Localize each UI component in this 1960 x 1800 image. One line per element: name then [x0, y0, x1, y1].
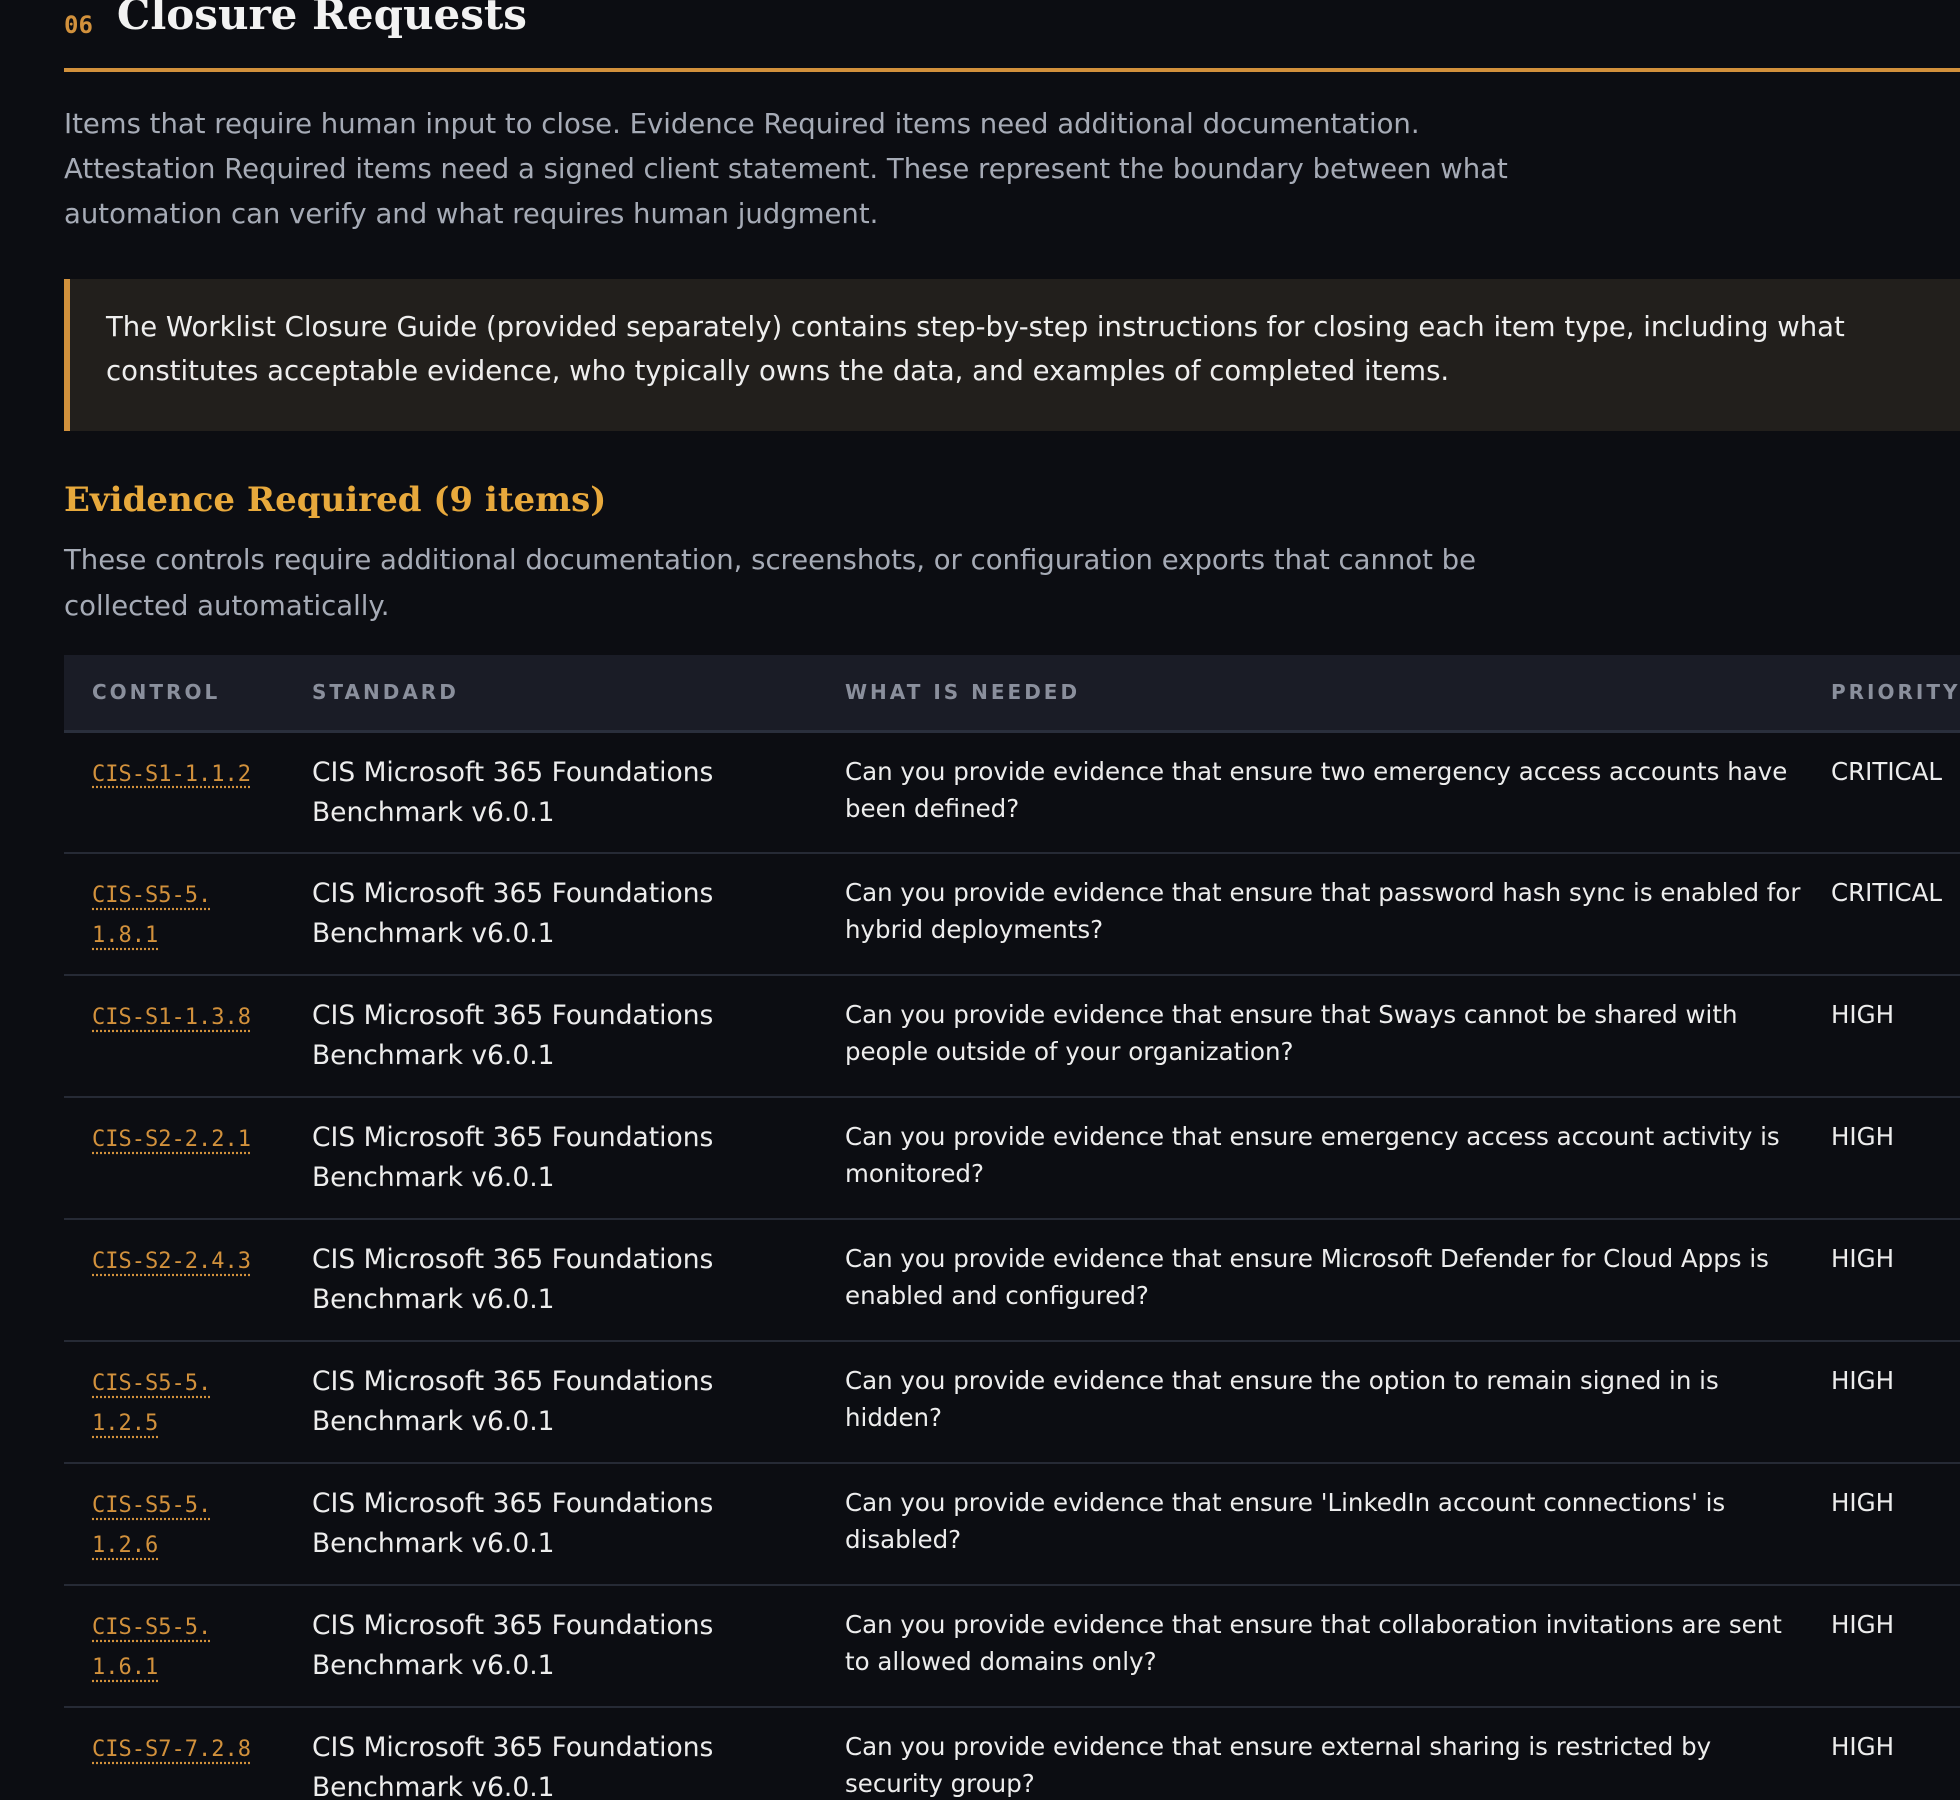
what-is-needed-text: Can you provide evidence that ensure tha… — [845, 878, 1801, 944]
standard-text: CIS Microsoft 365 Foundations Benchmark … — [312, 878, 714, 949]
table-row: CIS-S1-1.3.8 CIS Microsoft 365 Foundation… — [64, 975, 1960, 1097]
what-is-needed-cell: Can you provide evidence that ensure two… — [817, 731, 1803, 853]
evidence-required-heading: Evidence Required (9 items) — [64, 480, 607, 520]
priority-label: HIGH — [1831, 1732, 1895, 1761]
priority-cell: HIGH — [1803, 975, 1960, 1097]
section-title: Closure Requests — [116, 0, 527, 39]
what-is-needed-cell: Can you provide evidence that ensure the… — [817, 1341, 1803, 1463]
column-header-what-is-needed: WHAT IS NEEDED — [845, 680, 1081, 705]
what-is-needed-cell: Can you provide evidence that ensure ext… — [817, 1707, 1803, 1800]
priority-label: HIGH — [1831, 1244, 1895, 1273]
what-is-needed-text: Can you provide evidence that ensure tha… — [845, 1000, 1738, 1066]
control-id-link[interactable]: CIS-S5-5.1.8.1 — [92, 876, 242, 956]
standard-cell: CIS Microsoft 365 Foundations Benchmark … — [284, 1707, 817, 1800]
priority-cell: HIGH — [1803, 1707, 1960, 1800]
section-header: 06 Closure Requests — [64, 0, 1960, 72]
control-cell: CIS-S5-5.1.6.1 — [64, 1585, 284, 1707]
control-id-link[interactable]: CIS-S7-7.2.8 — [92, 1730, 284, 1770]
priority-cell: HIGH — [1803, 1341, 1960, 1463]
table-row: CIS-S7-7.2.8 CIS Microsoft 365 Foundation… — [64, 1707, 1960, 1800]
evidence-required-description: These controls require additional docume… — [64, 544, 1477, 622]
priority-label: HIGH — [1831, 1366, 1895, 1395]
priority-cell: HIGH — [1803, 1219, 1960, 1341]
control-id-link[interactable]: CIS-S2-2.4.3 — [92, 1242, 284, 1282]
standard-text: CIS Microsoft 365 Foundations Benchmark … — [312, 1000, 714, 1071]
standard-cell: CIS Microsoft 365 Foundations Benchmark … — [284, 1097, 817, 1219]
table-row: CIS-S2-2.4.3 CIS Microsoft 365 Foundation… — [64, 1219, 1960, 1341]
standard-cell: CIS Microsoft 365 Foundations Benchmark … — [284, 1341, 817, 1463]
what-is-needed-cell: Can you provide evidence that ensure 'Li… — [817, 1463, 1803, 1585]
priority-label: HIGH — [1831, 1610, 1895, 1639]
control-cell: CIS-S2-2.2.1 — [64, 1097, 284, 1219]
standard-cell: CIS Microsoft 365 Foundations Benchmark … — [284, 731, 817, 853]
table-row: CIS-S5-5.1.2.5 CIS Microsoft 365 Foundati… — [64, 1341, 1960, 1463]
control-id-link[interactable]: CIS-S1-1.1.2 — [92, 755, 284, 795]
priority-label: HIGH — [1831, 1488, 1895, 1517]
what-is-needed-cell: Can you provide evidence that ensure tha… — [817, 975, 1803, 1097]
priority-cell: HIGH — [1803, 1097, 1960, 1219]
standard-cell: CIS Microsoft 365 Foundations Benchmark … — [284, 975, 817, 1097]
table-header-row: CONTROL STANDARD WHAT IS NEEDED PRIORITY — [64, 655, 1960, 731]
priority-label: HIGH — [1831, 1122, 1895, 1151]
control-id-link[interactable]: CIS-S5-5.1.2.5 — [92, 1364, 242, 1444]
what-is-needed-text: Can you provide evidence that ensure 'Li… — [845, 1488, 1726, 1554]
priority-label: CRITICAL — [1831, 756, 1943, 786]
table-row: CIS-S1-1.1.2 CIS Microsoft 365 Foundation… — [64, 731, 1960, 853]
standard-text: CIS Microsoft 365 Foundations Benchmark … — [312, 1366, 714, 1437]
standard-cell: CIS Microsoft 365 Foundations Benchmark … — [284, 1585, 817, 1707]
control-id-link[interactable]: CIS-S1-1.3.8 — [92, 998, 284, 1038]
control-cell: CIS-S1-1.1.2 — [64, 731, 284, 853]
what-is-needed-cell: Can you provide evidence that ensure Mic… — [817, 1219, 1803, 1341]
standard-text: CIS Microsoft 365 Foundations Benchmark … — [312, 1732, 714, 1800]
standard-text: CIS Microsoft 365 Foundations Benchmark … — [312, 1244, 714, 1315]
column-header-control: CONTROL — [92, 680, 221, 705]
priority-cell: HIGH — [1803, 1585, 1960, 1707]
control-cell: CIS-S5-5.1.2.5 — [64, 1341, 284, 1463]
what-is-needed-text: Can you provide evidence that ensure Mic… — [845, 1244, 1769, 1310]
control-cell: CIS-S5-5.1.2.6 — [64, 1463, 284, 1585]
column-header-standard: STANDARD — [312, 680, 459, 705]
table-row: CIS-S5-5.1.2.6 CIS Microsoft 365 Foundati… — [64, 1463, 1960, 1585]
table-row: CIS-S5-5.1.8.1 CIS Microsoft 365 Foundati… — [64, 853, 1960, 975]
standard-text: CIS Microsoft 365 Foundations Benchmark … — [312, 1122, 714, 1193]
priority-label: HIGH — [1831, 1000, 1895, 1029]
closure-requests-section: 06 Closure Requests Items that require h… — [64, 0, 1960, 1800]
evidence-required-table: CONTROL STANDARD WHAT IS NEEDED PRIORITY… — [64, 655, 1960, 1800]
what-is-needed-text: Can you provide evidence that ensure ext… — [845, 1732, 1712, 1798]
control-cell: CIS-S2-2.4.3 — [64, 1219, 284, 1341]
section-number: 06 — [64, 11, 93, 39]
control-cell: CIS-S7-7.2.8 — [64, 1707, 284, 1800]
section-intro: Items that require human input to close.… — [64, 108, 1508, 230]
column-header-priority: PRIORITY — [1831, 680, 1960, 705]
table-row: CIS-S2-2.2.1 CIS Microsoft 365 Foundation… — [64, 1097, 1960, 1219]
closure-guide-callout: The Worklist Closure Guide (provided sep… — [64, 279, 1960, 431]
what-is-needed-text: Can you provide evidence that ensure tha… — [845, 1610, 1782, 1676]
control-id-link[interactable]: CIS-S5-5.1.6.1 — [92, 1608, 242, 1688]
priority-cell: HIGH — [1803, 1463, 1960, 1585]
priority-cell: CRITICAL — [1803, 853, 1960, 975]
control-cell: CIS-S5-5.1.8.1 — [64, 853, 284, 975]
priority-cell: CRITICAL — [1803, 731, 1960, 853]
standard-text: CIS Microsoft 365 Foundations Benchmark … — [312, 1488, 714, 1559]
standard-cell: CIS Microsoft 365 Foundations Benchmark … — [284, 853, 817, 975]
control-id-link[interactable]: CIS-S2-2.2.1 — [92, 1120, 284, 1160]
standard-cell: CIS Microsoft 365 Foundations Benchmark … — [284, 1463, 817, 1585]
standard-cell: CIS Microsoft 365 Foundations Benchmark … — [284, 1219, 817, 1341]
standard-text: CIS Microsoft 365 Foundations Benchmark … — [312, 756, 714, 828]
what-is-needed-cell: Can you provide evidence that ensure tha… — [817, 1585, 1803, 1707]
what-is-needed-cell: Can you provide evidence that ensure eme… — [817, 1097, 1803, 1219]
control-cell: CIS-S1-1.3.8 — [64, 975, 284, 1097]
what-is-needed-cell: Can you provide evidence that ensure tha… — [817, 853, 1803, 975]
control-id-link[interactable]: CIS-S5-5.1.2.6 — [92, 1486, 242, 1566]
standard-text: CIS Microsoft 365 Foundations Benchmark … — [312, 1610, 714, 1681]
what-is-needed-text: Can you provide evidence that ensure eme… — [845, 1122, 1780, 1188]
priority-label: CRITICAL — [1831, 878, 1943, 907]
table-row: CIS-S5-5.1.6.1 CIS Microsoft 365 Foundati… — [64, 1585, 1960, 1707]
what-is-needed-text: Can you provide evidence that ensure two… — [845, 756, 1788, 823]
what-is-needed-text: Can you provide evidence that ensure the… — [845, 1366, 1719, 1432]
